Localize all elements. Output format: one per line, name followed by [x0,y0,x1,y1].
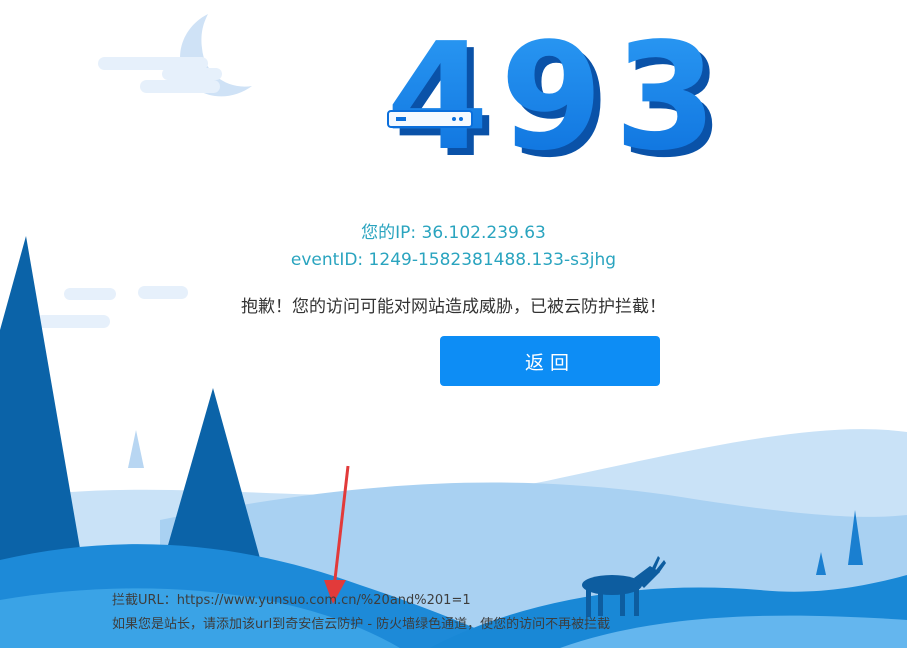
error-code-493: 4 4 9 9 3 3 [386,20,720,180]
error-code-digit: 3 [614,20,717,180]
block-message: 抱歉！您的访问可能对网站造成威胁，已被云防护拦截！ [241,297,666,317]
cloud-icon [98,57,222,93]
intercepted-url: 拦截URL：https://www.yunsuo.com.cn/%20and%2… [112,593,471,608]
error-code-digit: 9 [500,20,603,180]
error-code-digit: 4 [386,20,489,180]
admin-hint: 如果您是站长，请添加该url到奇安信云防护 - 防火墙绿色通道，使您的访问不再被… [112,617,611,632]
server-icon [387,110,473,128]
back-button[interactable]: 返回 [440,336,660,386]
event-id: eventID: 1249-1582381488.133-s3jhg [290,250,617,270]
client-ip: 您的IP: 36.102.239.63 [361,223,546,243]
